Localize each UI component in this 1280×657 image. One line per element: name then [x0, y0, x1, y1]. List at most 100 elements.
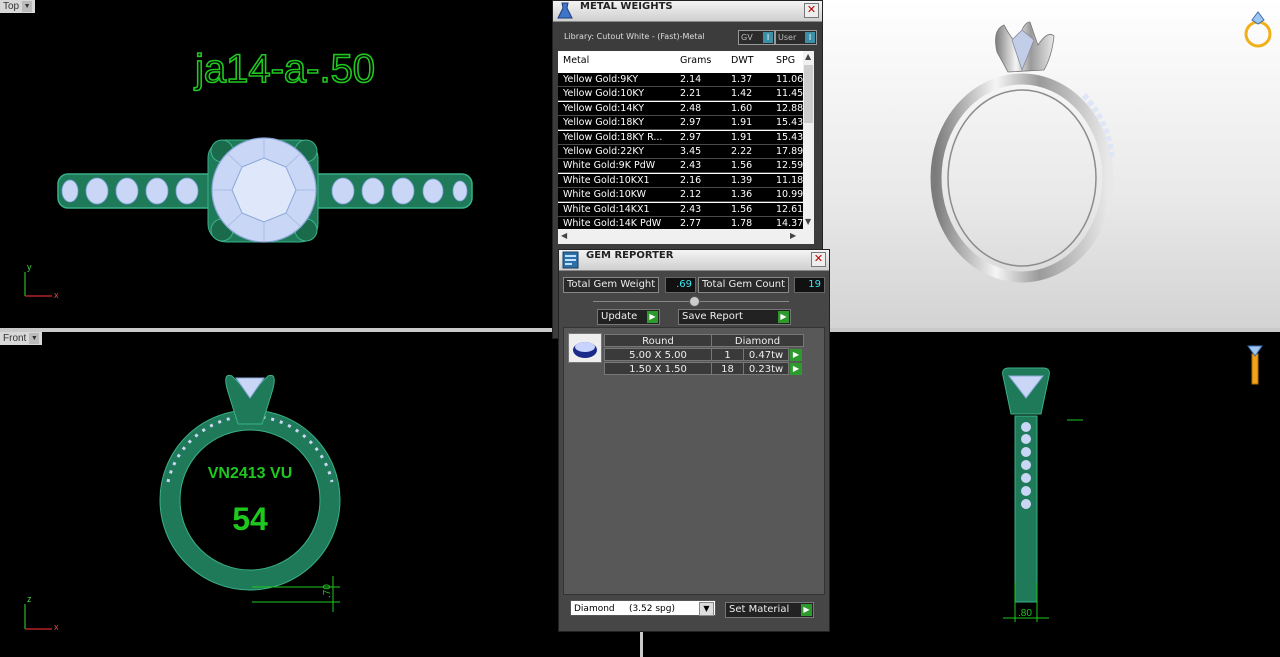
gv-toggle[interactable]: GV I	[738, 30, 775, 45]
gem-thumbnail[interactable]	[568, 333, 602, 363]
dwt-cell: 1.78	[731, 218, 753, 229]
scroll-up-icon[interactable]: ▲	[805, 52, 811, 61]
play-icon: ▶	[647, 311, 658, 323]
spg-cell: 12.61	[776, 203, 803, 215]
slider-handle[interactable]	[689, 296, 700, 307]
save-report-label: Save Report	[682, 311, 743, 322]
grams-cell: 3.45	[680, 146, 702, 157]
spg-cell: 11.18	[776, 174, 803, 186]
set-material-label: Set Material	[729, 604, 790, 615]
column-header[interactable]: Grams	[680, 54, 711, 68]
horizontal-scrollbar[interactable]: ◀ ▶	[558, 229, 814, 244]
column-header[interactable]: SPG	[776, 54, 795, 68]
shape-header: Round	[604, 334, 712, 347]
column-header[interactable]: Metal	[563, 54, 589, 68]
grams-cell: 2.43	[680, 203, 702, 215]
metal-cell: White Gold:9K PdW	[563, 160, 656, 172]
spg-cell: 12.59	[776, 160, 803, 172]
user-label: User	[778, 33, 797, 42]
annotation-text: ja14-a-.50	[194, 47, 375, 91]
close-icon[interactable]: ✕	[811, 252, 826, 267]
update-button[interactable]: Update ▶	[597, 309, 660, 325]
scroll-left-icon[interactable]: ◀	[561, 231, 567, 240]
panel-titlebar[interactable]: METAL WEIGHTS ✕	[553, 1, 822, 22]
table-row[interactable]: Yellow Gold:18KY 2.97 1.91 15.43	[558, 116, 803, 131]
perspective-viewport[interactable]	[822, 0, 1280, 328]
dwt-cell: 1.37	[731, 74, 753, 85]
gv-indicator: I	[763, 32, 773, 43]
total-gem-count-label: Total Gem Count	[698, 277, 790, 293]
metal-cell: Yellow Gold:18KY R...	[563, 131, 663, 143]
gem-weight-cell: 0.23tw	[743, 362, 789, 375]
spg-cell: 10.99	[776, 189, 803, 201]
dwt-cell: 2.22	[731, 146, 753, 157]
table-row[interactable]: White Gold:10KW 2.12 1.36 10.99	[558, 188, 803, 203]
metal-cell: Yellow Gold:10KY	[563, 88, 645, 100]
ring-side-view-icon[interactable]	[1243, 340, 1267, 388]
table-row[interactable]: Yellow Gold:10KY 2.21 1.42 11.45	[558, 87, 803, 102]
table-row[interactable]: Yellow Gold:18KY R... 2.97 1.91 15.43	[558, 130, 803, 145]
material-dropdown[interactable]: Diamond (3.52 spg) ▼	[570, 600, 716, 616]
dwt-cell: 1.56	[731, 203, 753, 215]
panel-title: METAL WEIGHTS	[580, 1, 673, 12]
material-dropdown-value: Diamond (3.52 spg)	[574, 604, 675, 614]
gem-weight-cell: 0.47tw	[743, 348, 789, 361]
axis-x-label: x	[54, 290, 59, 300]
dwt-cell: 1.91	[731, 117, 753, 129]
table-row[interactable]: White Gold:10KX1 2.16 1.39 11.18	[558, 173, 803, 188]
ring-view-icon[interactable]	[1240, 6, 1276, 52]
spg-cell: 17.89	[776, 146, 803, 157]
table-row[interactable]: White Gold:9K PdW 2.43 1.56 12.59	[558, 159, 803, 174]
close-icon[interactable]: ✕	[804, 3, 819, 18]
dwt-cell: 1.42	[731, 88, 753, 100]
table-row[interactable]: White Gold:14KX1 2.43 1.56 12.61	[558, 202, 803, 217]
panel-titlebar[interactable]: GEM REPORTER ✕	[559, 250, 829, 271]
grams-cell: 2.97	[680, 131, 702, 143]
scroll-right-icon[interactable]: ▶	[790, 231, 796, 240]
metal-weights-table[interactable]: Metal Grams DWT SPG Yellow Gold:9KY 2.14 1…	[558, 51, 803, 229]
set-material-button[interactable]: Set Material ▶	[725, 602, 814, 618]
perspective-render	[930, 21, 1115, 283]
grams-cell: 2.21	[680, 88, 702, 100]
dwt-cell: 1.36	[731, 189, 753, 201]
vertical-scrollbar[interactable]: ▲ ▼	[803, 51, 814, 229]
dwt-cell: 1.91	[731, 131, 753, 143]
user-toggle[interactable]: User I	[775, 30, 817, 45]
gem-count-cell: 18	[711, 362, 744, 375]
save-report-button[interactable]: Save Report ▶	[678, 309, 791, 325]
select-gem-button[interactable]: ▶	[790, 363, 802, 375]
select-gem-button[interactable]: ▶	[790, 349, 802, 361]
axis-y-label: y	[27, 262, 32, 272]
report-icon	[562, 251, 579, 269]
spg-cell: 14.37	[776, 218, 803, 229]
total-gem-weight-value: .69	[665, 277, 696, 293]
metal-cell: Yellow Gold:9KY	[563, 74, 639, 85]
grams-cell: 2.12	[680, 189, 702, 201]
column-header[interactable]: DWT	[731, 54, 754, 68]
flask-icon	[557, 2, 573, 19]
total-gem-weight-label: Total Gem Weight	[563, 277, 660, 293]
table-row[interactable]: Yellow Gold:14KY 2.48 1.60 12.88	[558, 101, 803, 116]
table-row[interactable]: Yellow Gold:22KY 3.45 2.22 17.89	[558, 145, 803, 159]
metal-cell: Yellow Gold:18KY	[563, 117, 645, 129]
top-view-render: ja14-a-.50	[24, 46, 473, 297]
metal-cell: White Gold:10KX1	[563, 174, 650, 186]
table-row[interactable]: Yellow Gold:9KY 2.14 1.37 11.06	[558, 73, 803, 87]
table-header: Metal Grams DWT SPG	[558, 54, 803, 68]
grams-cell: 2.48	[680, 102, 702, 114]
table-row[interactable]: White Gold:14K PdW 2.77 1.78 14.37	[558, 217, 803, 229]
gem-list[interactable]: Round Diamond 5.00 X 5.00 1 0.47tw ▶ 1.50 X …	[563, 327, 825, 595]
top-viewport[interactable]: Top ▼ ja14-a-.50 y x	[0, 0, 640, 328]
scroll-thumb[interactable]	[804, 65, 813, 123]
front-viewport[interactable]: Front ▼ VN2413 VU 54 .70 z x	[0, 332, 640, 657]
metal-cell: White Gold:10KW	[563, 189, 647, 201]
spg-cell: 11.45	[776, 88, 803, 100]
scroll-down-icon[interactable]: ▼	[805, 217, 811, 226]
play-icon: ▶	[801, 604, 812, 616]
play-icon: ▶	[778, 311, 789, 323]
metal-cell: White Gold:14KX1	[563, 203, 650, 215]
dimension-label: .80	[1018, 608, 1032, 619]
axis-x-label: x	[54, 622, 59, 632]
chevron-down-icon[interactable]: ▼	[699, 602, 714, 616]
grams-cell: 2.14	[680, 74, 702, 85]
